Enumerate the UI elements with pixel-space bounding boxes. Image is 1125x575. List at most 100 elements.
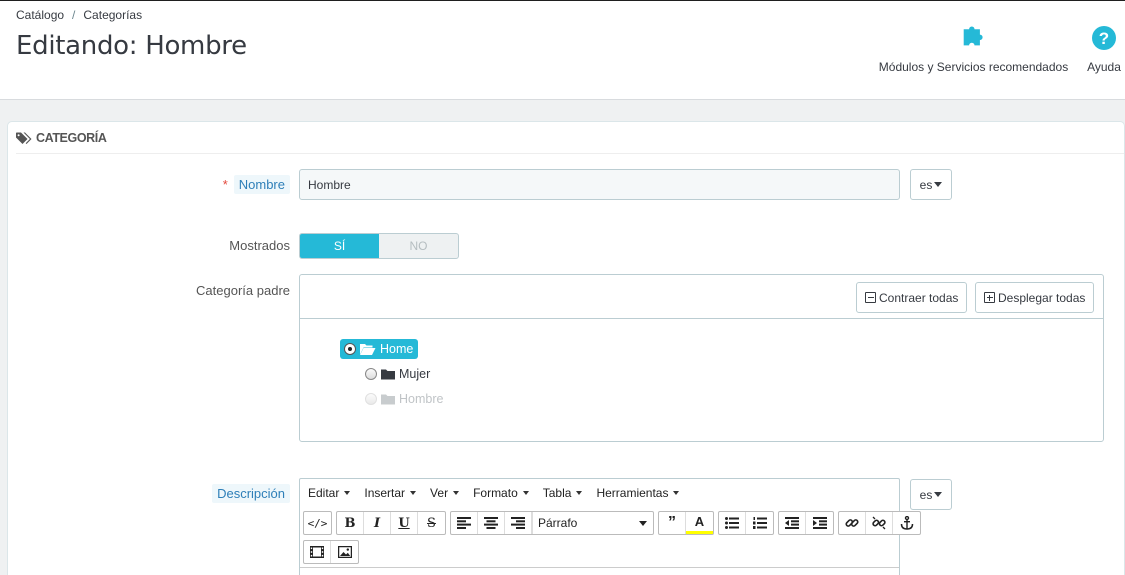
- editor-toolbar-row-1: </> B I U S Párrafo ” A: [303, 511, 921, 535]
- folder-icon: [381, 394, 395, 405]
- description-language-dropdown[interactable]: es: [910, 479, 952, 510]
- tree-radio-hombre: [365, 393, 377, 405]
- blockquote-icon[interactable]: ”: [659, 512, 686, 534]
- source-code-icon[interactable]: </>: [304, 512, 331, 534]
- menu-label: Insertar: [364, 486, 406, 500]
- displayed-yes-option[interactable]: SÍ: [300, 234, 379, 258]
- panel-heading-text: CATEGORÍA: [36, 131, 107, 145]
- video-icon[interactable]: [304, 541, 331, 563]
- recommended-modules-button[interactable]: Módulos y Servicios recomendados: [875, 24, 1072, 74]
- name-label-wrap: * Nombre: [200, 175, 290, 194]
- panel-divider: [16, 153, 1124, 154]
- tree-node-mujer[interactable]: Mujer: [365, 367, 430, 381]
- caret-down-icon: [522, 491, 529, 495]
- italic-icon[interactable]: I: [364, 512, 391, 534]
- description-editor[interactable]: Editar Insertar Ver Formato Tabla Herram…: [299, 478, 921, 575]
- caret-down-icon: [934, 492, 943, 497]
- tree-node-hombre: Hombre: [365, 392, 443, 406]
- tree-node-label: Hombre: [399, 392, 444, 406]
- description-label-wrap: Descripción: [150, 484, 290, 503]
- menu-label: Herramientas: [596, 486, 669, 500]
- collapse-all-label: Contraer todas: [879, 290, 959, 305]
- caret-down-icon: [576, 491, 583, 495]
- image-icon[interactable]: [331, 541, 358, 563]
- collapse-icon: [865, 292, 876, 303]
- outdent-icon[interactable]: [779, 512, 806, 534]
- align-left-icon[interactable]: [451, 512, 478, 534]
- help-button[interactable]: ? Ayuda: [1084, 24, 1124, 74]
- editor-menubar: Editar Insertar Ver Formato Tabla Herram…: [300, 479, 899, 507]
- tree-node-home[interactable]: Home: [340, 339, 419, 359]
- recommended-modules-label: Módulos y Servicios recomendados: [878, 60, 1069, 74]
- anchor-icon[interactable]: [893, 512, 920, 534]
- strikethrough-icon[interactable]: S: [418, 512, 445, 534]
- category-tree: Contraer todas Desplegar todas Home Muje…: [299, 274, 1104, 442]
- top-border: [0, 0, 1125, 1]
- numbered-list-icon[interactable]: [746, 512, 773, 534]
- link-icon[interactable]: [839, 512, 866, 534]
- description-label: Descripción: [212, 484, 290, 503]
- align-center-icon[interactable]: [478, 512, 505, 534]
- underline-icon[interactable]: U: [391, 512, 418, 534]
- menu-editar[interactable]: Editar: [308, 486, 351, 500]
- description-language-value: es: [919, 487, 933, 502]
- tree-node-label: Home: [380, 342, 414, 356]
- editor-toolbar-row-2: [303, 540, 359, 564]
- expand-all-label: Desplegar todas: [998, 290, 1086, 305]
- help-label: Ayuda: [1087, 60, 1121, 74]
- displayed-no-option[interactable]: NO: [379, 234, 458, 258]
- menu-formato[interactable]: Formato: [473, 486, 529, 500]
- tree-toolbar: Contraer todas Desplegar todas: [300, 275, 1103, 319]
- menu-label: Ver: [430, 486, 449, 500]
- bullet-list-icon[interactable]: [719, 512, 746, 534]
- source-group: </>: [303, 511, 332, 535]
- puzzle-icon: [963, 26, 983, 46]
- align-right-icon[interactable]: [505, 512, 532, 534]
- caret-down-icon: [344, 491, 351, 495]
- required-marker: *: [222, 177, 228, 192]
- page-title: Editando: Hombre: [16, 31, 247, 61]
- breadcrumb-separator: /: [72, 8, 76, 22]
- folder-icon: [381, 369, 395, 380]
- page-header: Catálogo / Categorías Editando: Hombre Mód…: [0, 0, 1125, 100]
- name-input[interactable]: [299, 169, 900, 200]
- caret-down-icon: [934, 182, 943, 187]
- name-language-value: es: [919, 177, 933, 192]
- menu-label: Tabla: [542, 486, 572, 500]
- format-select-value: Párrafo: [538, 516, 578, 530]
- caret-down-icon: [453, 491, 460, 495]
- svg-text:?: ?: [1099, 29, 1109, 48]
- editor-content-divider: [300, 567, 899, 568]
- media-group: [303, 540, 359, 564]
- menu-tabla[interactable]: Tabla: [543, 486, 583, 500]
- expand-all-button[interactable]: Desplegar todas: [975, 282, 1095, 313]
- list-group: [718, 511, 774, 535]
- menu-ver[interactable]: Ver: [430, 486, 460, 500]
- menu-insertar[interactable]: Insertar: [364, 486, 417, 500]
- text-style-group: B I U S: [336, 511, 446, 535]
- format-select[interactable]: Párrafo: [532, 512, 653, 534]
- folder-open-icon: [360, 344, 376, 355]
- name-language-dropdown[interactable]: es: [910, 169, 952, 200]
- indent-icon[interactable]: [806, 512, 833, 534]
- align-format-group: Párrafo: [450, 511, 654, 535]
- menu-herramientas[interactable]: Herramientas: [596, 486, 680, 500]
- tags-icon: [16, 132, 32, 144]
- indent-group: [778, 511, 834, 535]
- caret-down-icon: [410, 491, 417, 495]
- breadcrumb-item-catalog[interactable]: Catálogo: [16, 8, 64, 22]
- unlink-icon[interactable]: [866, 512, 893, 534]
- link-group: [838, 511, 921, 535]
- tree-radio-mujer[interactable]: [365, 368, 377, 380]
- text-color-icon[interactable]: A: [686, 512, 713, 534]
- caret-down-icon: [639, 520, 647, 526]
- breadcrumb-item-categories[interactable]: Categorías: [83, 8, 142, 22]
- name-label: Nombre: [233, 175, 290, 194]
- tree-radio-home[interactable]: [344, 343, 356, 355]
- breadcrumb: Catálogo / Categorías: [16, 8, 142, 22]
- collapse-all-button[interactable]: Contraer todas: [856, 282, 968, 313]
- parent-category-label: Categoría padre: [196, 283, 290, 298]
- caret-down-icon: [673, 491, 680, 495]
- displayed-toggle[interactable]: SÍ NO: [299, 233, 459, 259]
- bold-icon[interactable]: B: [337, 512, 364, 534]
